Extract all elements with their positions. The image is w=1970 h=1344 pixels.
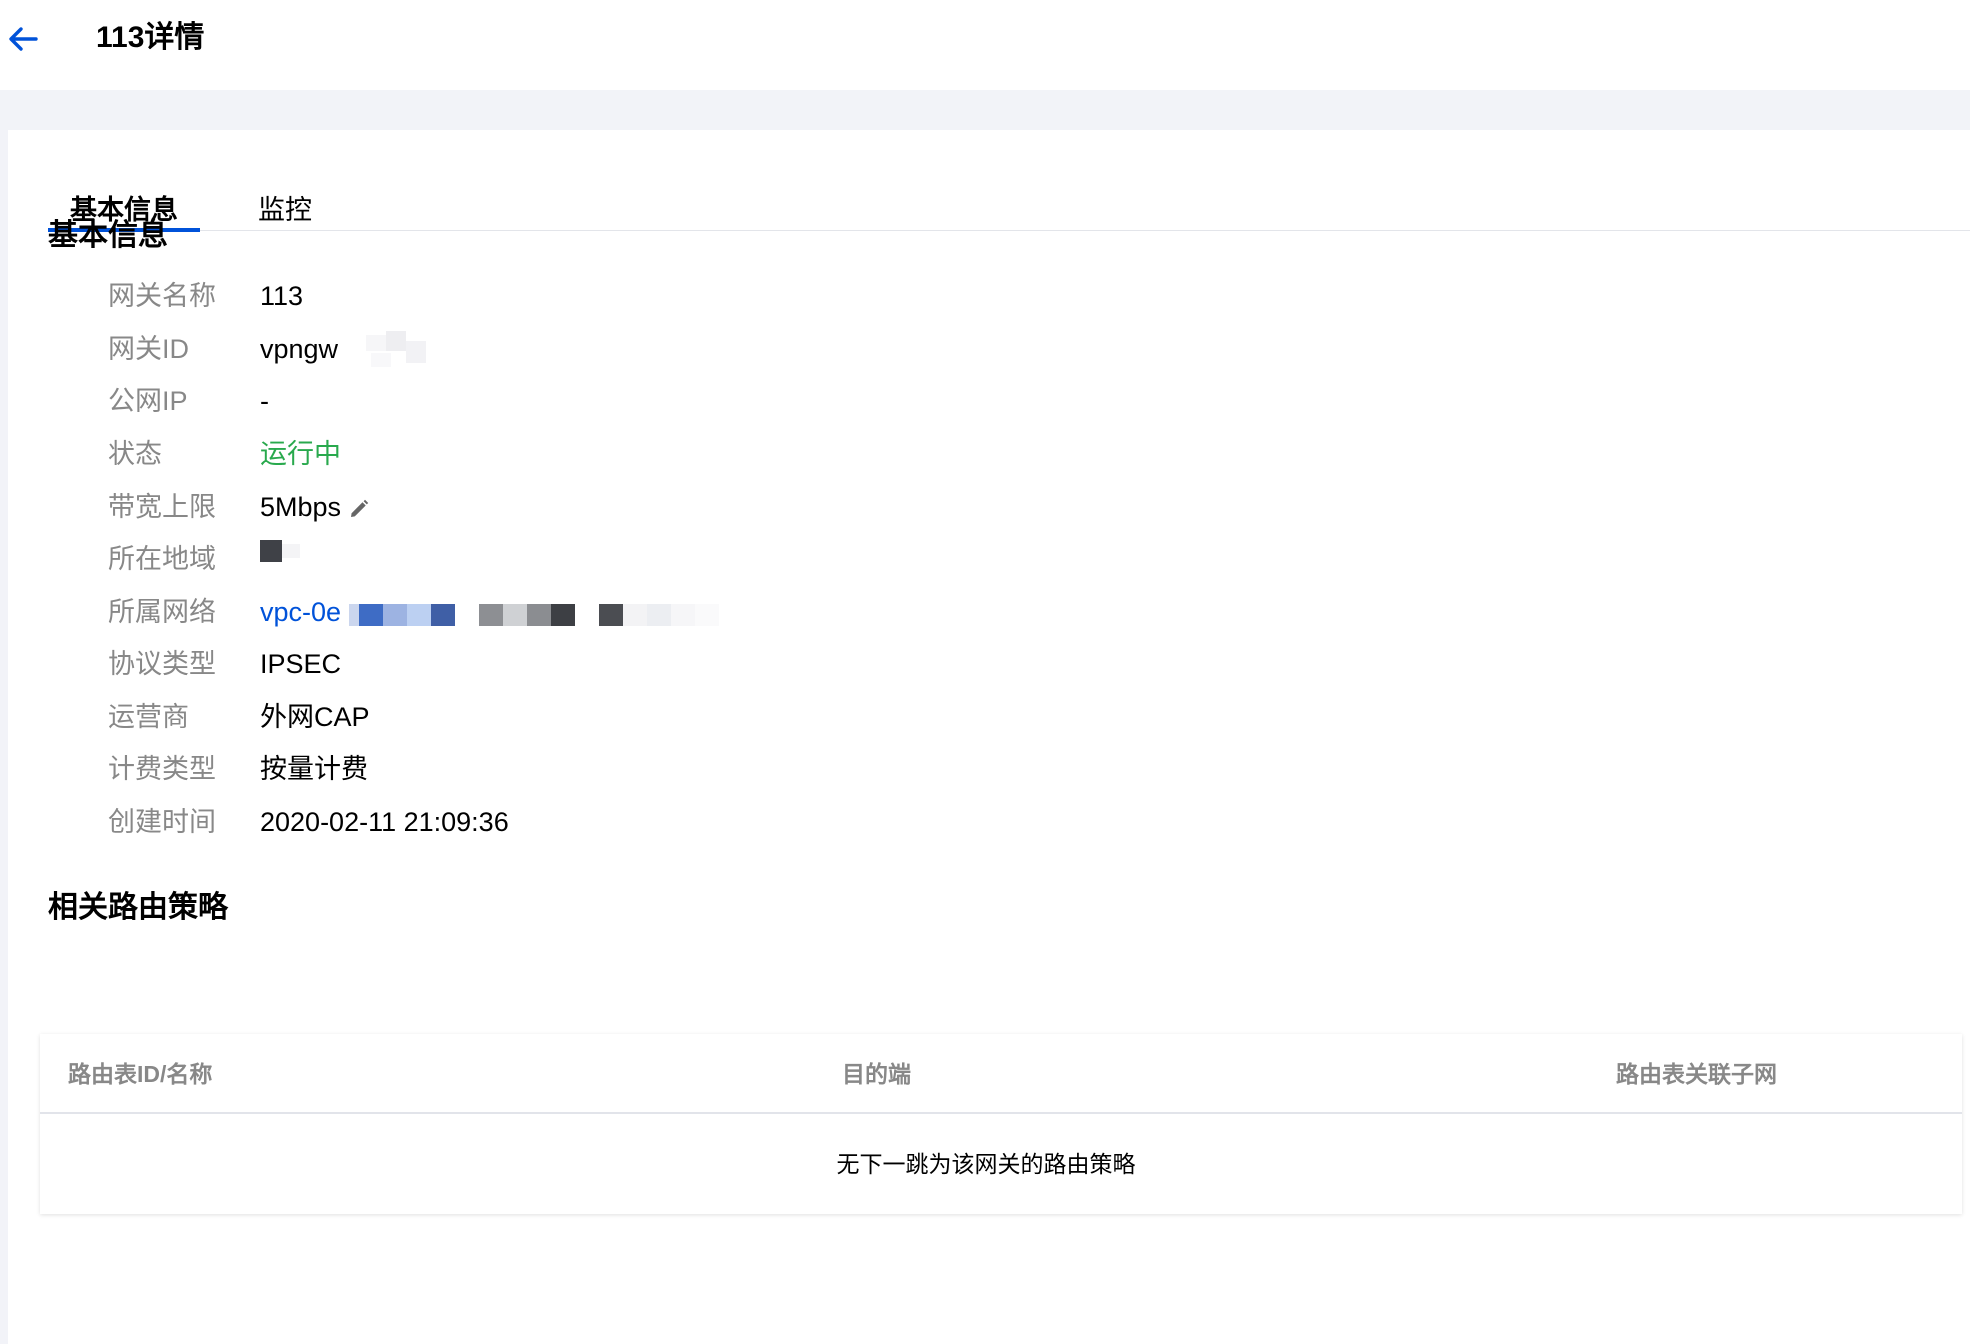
empty-state-text: 无下一跳为该网关的路由策略 — [836, 1151, 1136, 1177]
tab-monitoring[interactable]: 监控 — [258, 180, 312, 230]
tab-bar: 基本信息 监控 — [48, 180, 1970, 232]
field-value: 按量计费 — [260, 754, 368, 784]
route-policy-table: 路由表ID/名称 目的端 路由表关联子网 无下一跳为该网关的路由策略 — [40, 1034, 1962, 1214]
field-label: 状态 — [108, 439, 162, 469]
field-label: 网关名称 — [108, 281, 216, 311]
arrow-left-icon[interactable] — [6, 22, 40, 56]
field-value: - — [260, 386, 269, 416]
field-label: 创建时间 — [108, 807, 216, 837]
table-header: 路由表ID/名称 目的端 路由表关联子网 — [40, 1034, 1962, 1114]
section-title-route-policies: 相关路由策略 — [48, 891, 228, 924]
field-value-wrap: 5Mbps — [260, 487, 371, 527]
column-header-destination: 目的端 — [842, 1061, 911, 1087]
pencil-edit-icon[interactable] — [347, 497, 371, 521]
top-bar: 113详情 — [0, 0, 1970, 90]
redacted-mask — [260, 539, 300, 562]
redacted-mask — [365, 330, 426, 367]
page-title: 113详情 — [96, 21, 205, 54]
status-value: 运行中 — [260, 439, 341, 469]
tab-label: 监控 — [258, 195, 312, 225]
field-label: 公网IP — [108, 386, 188, 416]
field-label: 所在地域 — [108, 544, 216, 574]
field-value: vpngw — [260, 334, 339, 364]
field-label: 运营商 — [108, 702, 189, 732]
redacted-mask — [348, 603, 719, 626]
field-label: 网关ID — [108, 334, 189, 364]
vpc-link[interactable]: vpc-0e — [260, 597, 341, 627]
column-header-route-table: 路由表ID/名称 — [68, 1061, 213, 1087]
field-value-wrap: vpc-0e — [260, 592, 769, 634]
field-label: 协议类型 — [108, 649, 216, 679]
field-value-wrap: vpngw — [260, 329, 446, 371]
field-value: 外网CAP — [260, 702, 370, 732]
field-value: 5Mbps — [260, 492, 342, 522]
field-label: 计费类型 — [108, 754, 216, 784]
field-value: 113 — [260, 281, 304, 311]
section-title-basic-info: 基本信息 — [48, 219, 168, 252]
field-value-wrap — [260, 539, 320, 579]
field-value: IPSEC — [260, 649, 342, 679]
column-header-associated-subnet: 路由表关联子网 — [1616, 1061, 1777, 1087]
field-label: 带宽上限 — [108, 492, 216, 522]
field-label: 所属网络 — [108, 597, 216, 627]
field-value: 2020-02-11 21:09:36 — [260, 807, 509, 837]
